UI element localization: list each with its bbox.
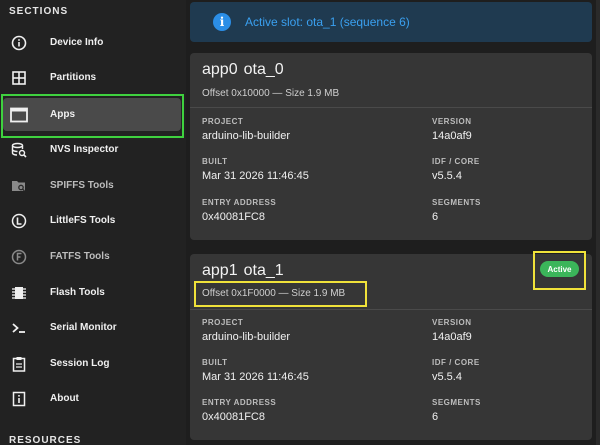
app-offset-size: Offset 0x1F0000 — Size 1.9 MB <box>202 288 346 299</box>
main-content: i Active slot: ota_1 (sequence 6) app0 ot… <box>186 0 600 445</box>
sidebar-item-serial-monitor[interactable]: Serial Monitor <box>3 311 181 344</box>
sidebar-item-partitions[interactable]: Partitions <box>3 61 181 94</box>
scrollbar-track[interactable] <box>596 0 600 445</box>
circle-f-icon <box>9 247 29 267</box>
sidebar-item-nvs-inspector[interactable]: NVS Inspector <box>3 133 181 166</box>
sidebar-item-label: LittleFS Tools <box>50 215 116 226</box>
info-circle-icon <box>9 33 29 53</box>
sidebar-item-label: Session Log <box>50 358 110 369</box>
sidebar-item-apps[interactable]: Apps <box>3 98 181 131</box>
clipboard-icon <box>9 354 29 374</box>
segments-value: 6 <box>432 211 439 223</box>
sidebar-item-session-log[interactable]: Session Log <box>3 347 181 380</box>
segments-label: SEGMENTS <box>432 398 481 407</box>
banner-text: Active slot: ota_1 (sequence 6) <box>245 15 410 29</box>
grid-icon <box>9 68 29 88</box>
sidebar: SECTIONS Device Info Partitions Apps NVS… <box>0 0 186 445</box>
version-value: 14a0af9 <box>432 331 472 343</box>
info-square-icon <box>9 389 29 409</box>
app-card-app1: app1 ota_1 Active Offset 0x1F0000 — Size … <box>190 254 592 440</box>
idf-label: IDF / CORE <box>432 358 480 367</box>
active-slot-banner: i Active slot: ota_1 (sequence 6) <box>190 2 592 42</box>
segments-label: SEGMENTS <box>432 198 481 207</box>
project-value: arduino-lib-builder <box>202 331 291 343</box>
resources-header: RESOURCES <box>9 435 82 445</box>
database-search-icon <box>9 140 29 160</box>
entry-address-value: 0x40081FC8 <box>202 211 265 223</box>
app-slot-name: app0 <box>202 61 238 78</box>
sidebar-item-label: Apps <box>50 109 75 120</box>
card-divider <box>190 309 592 310</box>
sidebar-item-label: SPIFFS Tools <box>50 180 114 191</box>
project-value: arduino-lib-builder <box>202 130 291 142</box>
card-title: app1 ota_1 <box>202 262 284 280</box>
project-label: PROJECT <box>202 117 244 126</box>
sidebar-item-label: FATFS Tools <box>50 251 110 262</box>
active-badge: Active <box>540 261 579 277</box>
sidebar-item-device-info[interactable]: Device Info <box>3 26 181 59</box>
sections-header: SECTIONS <box>9 6 69 17</box>
entry-address-label: ENTRY ADDRESS <box>202 398 277 407</box>
app-root: SECTIONS Device Info Partitions Apps NVS… <box>0 0 600 445</box>
window-icon <box>9 105 29 125</box>
project-label: PROJECT <box>202 318 244 327</box>
entry-address-label: ENTRY ADDRESS <box>202 198 277 207</box>
sidebar-item-littlefs-tools[interactable]: LittleFS Tools <box>3 204 181 237</box>
circle-l-icon <box>9 211 29 231</box>
sidebar-item-label: Serial Monitor <box>50 322 117 333</box>
app-slot-name: app1 <box>202 262 238 279</box>
version-value: 14a0af9 <box>432 130 472 142</box>
segments-value: 6 <box>432 411 439 423</box>
sidebar-item-label: Flash Tools <box>50 287 105 298</box>
card-title: app0 ota_0 <box>202 61 284 79</box>
app-partition-label: ota_0 <box>243 61 284 78</box>
chip-icon <box>9 283 29 303</box>
built-label: BUILT <box>202 157 228 166</box>
sidebar-item-label: Partitions <box>50 72 97 83</box>
built-value: Mar 31 2026 11:46:45 <box>202 170 309 182</box>
app-offset-size: Offset 0x10000 — Size 1.9 MB <box>202 88 340 99</box>
sidebar-item-fatfs-tools[interactable]: FATFS Tools <box>3 240 181 273</box>
built-value: Mar 31 2026 11:46:45 <box>202 371 309 383</box>
app-partition-label: ota_1 <box>243 262 284 279</box>
entry-address-value: 0x40081FC8 <box>202 411 265 423</box>
idf-value: v5.5.4 <box>432 371 462 383</box>
sidebar-item-spiffs-tools[interactable]: SPIFFS Tools <box>3 169 181 202</box>
sidebar-item-label: About <box>50 393 79 404</box>
version-label: VERSION <box>432 318 472 327</box>
idf-value: v5.5.4 <box>432 170 462 182</box>
info-icon: i <box>213 13 231 31</box>
terminal-icon <box>9 318 29 338</box>
card-divider <box>190 107 592 108</box>
sidebar-item-label: NVS Inspector <box>50 144 119 155</box>
version-label: VERSION <box>432 117 472 126</box>
idf-label: IDF / CORE <box>432 157 480 166</box>
built-label: BUILT <box>202 358 228 367</box>
folder-search-icon <box>9 176 29 196</box>
app-card-app0: app0 ota_0 Offset 0x10000 — Size 1.9 MB P… <box>190 53 592 240</box>
sidebar-item-flash-tools[interactable]: Flash Tools <box>3 276 181 309</box>
sidebar-item-label: Device Info <box>50 37 104 48</box>
sidebar-item-about[interactable]: About <box>3 382 181 415</box>
